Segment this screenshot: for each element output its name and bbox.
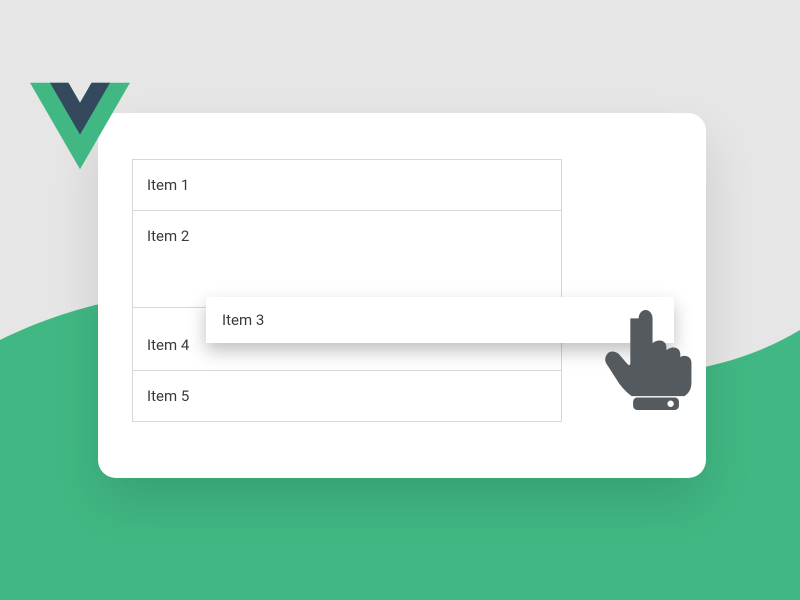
vue-logo-icon [30, 82, 130, 170]
list-item[interactable]: Item 1 [132, 159, 562, 210]
list-item-label: Item 4 [147, 336, 189, 354]
list-item-label: Item 5 [147, 387, 189, 405]
demo-card: Item 1 Item 2 Item 4 Item 5 [98, 113, 706, 478]
list-item[interactable]: Item 2 [132, 210, 562, 261]
list-item-label: Item 3 [222, 311, 264, 329]
list-item[interactable]: Item 5 [132, 370, 562, 422]
list-item-label: Item 2 [147, 227, 189, 245]
pointer-hand-icon [602, 310, 692, 410]
draggable-list[interactable]: Item 1 Item 2 Item 4 Item 5 [132, 159, 562, 422]
list-item-label: Item 1 [147, 176, 189, 194]
